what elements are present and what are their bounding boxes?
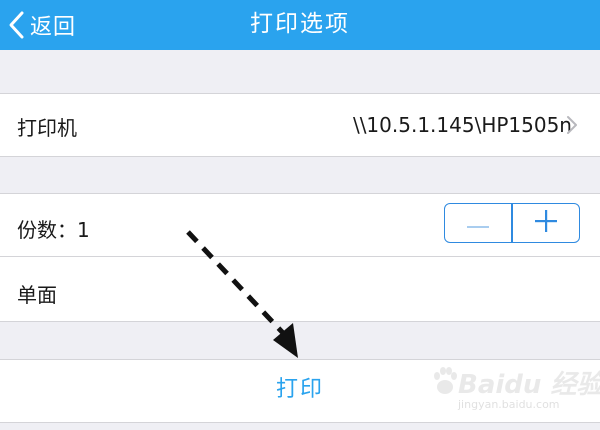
separator [0, 321, 600, 322]
print-button[interactable]: 打印 [0, 360, 600, 422]
chevron-left-icon [6, 10, 28, 40]
printer-value: \\10.5.1.145\HP1505n [352, 113, 572, 137]
duplex-label: 单面 [17, 283, 57, 307]
back-button[interactable]: 返回 [6, 0, 76, 50]
printer-label: 打印机 [17, 116, 77, 140]
decrement-button[interactable] [445, 204, 511, 242]
back-label: 返回 [30, 15, 77, 40]
increment-button[interactable] [513, 204, 579, 242]
page-title: 打印选项 [250, 11, 350, 37]
navigation-bar: 返回 打印选项 [0, 0, 600, 50]
minus-icon [467, 214, 490, 233]
plus-icon [534, 210, 557, 236]
printer-row[interactable]: 打印机 \\10.5.1.145\HP1505n [0, 94, 600, 156]
duplex-row[interactable]: 单面 [0, 257, 600, 321]
copies-label: 份数：1 [17, 218, 90, 242]
copies-stepper[interactable] [444, 203, 580, 243]
separator [0, 156, 600, 157]
separator [0, 422, 600, 423]
chevron-right-icon [566, 115, 578, 139]
